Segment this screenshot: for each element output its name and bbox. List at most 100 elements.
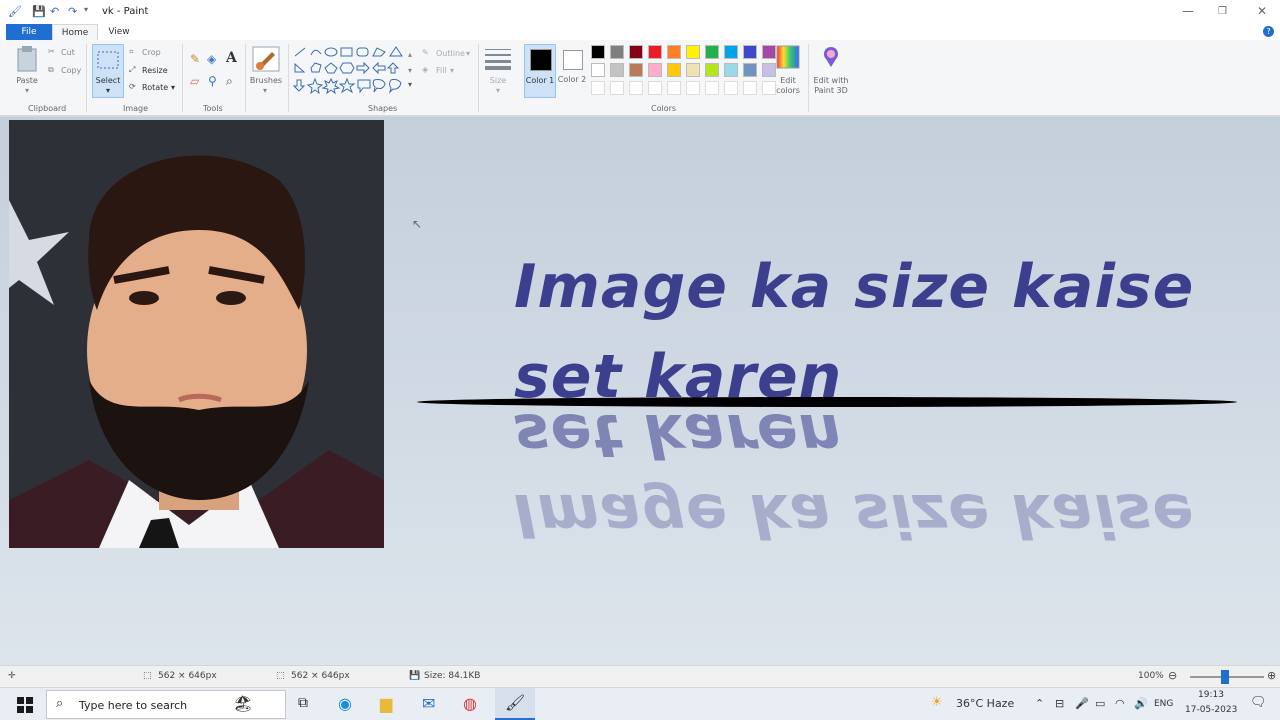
edit-with-paint3d-button[interactable]: Edit with Paint 3D — [810, 76, 852, 96]
notification-icon[interactable]: 🗨 — [1250, 695, 1267, 710]
brushes-button[interactable]: Brushes — [248, 76, 284, 85]
palette-swatch[interactable] — [610, 63, 624, 77]
zoom-slider-thumb[interactable] — [1221, 670, 1229, 684]
rotate-button[interactable]: Rotate — [142, 83, 168, 92]
shapes-gallery[interactable] — [293, 46, 413, 96]
palette-swatch[interactable] — [743, 45, 757, 59]
show-hidden-icons[interactable]: ⌃ — [1035, 697, 1044, 710]
palette-swatch[interactable] — [724, 45, 738, 59]
tab-view[interactable]: View — [104, 24, 134, 40]
help-icon[interactable]: ? — [1263, 26, 1274, 37]
shapes-more-icon[interactable]: ▾ — [408, 80, 412, 89]
pencil-icon[interactable]: ✎ — [190, 52, 200, 66]
palette-custom-slot[interactable] — [648, 81, 662, 95]
palette-swatch[interactable] — [705, 45, 719, 59]
palette-custom-slot[interactable] — [686, 81, 700, 95]
palette-custom-slot[interactable] — [705, 81, 719, 95]
outline-button[interactable]: Outline — [436, 49, 465, 58]
minimize-button[interactable]: — — [1182, 4, 1194, 18]
taskbar-search-box[interactable]: ⌕ Type here to search 🏖 — [46, 690, 286, 719]
restore-button[interactable]: ❐ — [1218, 6, 1227, 17]
size-dropdown-icon[interactable]: ▾ — [493, 86, 503, 95]
palette-swatch[interactable] — [648, 45, 662, 59]
zoom-out-icon[interactable]: ⊖ — [1168, 669, 1177, 682]
palette-swatch[interactable] — [762, 63, 776, 77]
selection-size-icon: ⬚ — [143, 671, 152, 681]
palette-custom-slot[interactable] — [667, 81, 681, 95]
brushes-icon[interactable] — [252, 46, 280, 72]
palette-custom-slot[interactable] — [762, 81, 776, 95]
palette-swatch[interactable] — [762, 45, 776, 59]
fill-dropdown-icon[interactable]: ▾ — [450, 66, 454, 75]
resize-button[interactable]: Resize — [142, 66, 168, 75]
palette-swatch[interactable] — [743, 63, 757, 77]
fill-icon[interactable]: ◈ — [207, 52, 216, 66]
palette-swatch[interactable] — [705, 63, 719, 77]
cut-button[interactable]: Cut — [61, 48, 75, 57]
tab-home[interactable]: Home — [52, 24, 98, 40]
palette-swatch[interactable] — [667, 63, 681, 77]
microphone-icon[interactable]: 🎤 — [1075, 697, 1089, 710]
paste-dropdown-icon[interactable]: ▾ — [22, 86, 32, 95]
color1-button[interactable]: Color 1 — [524, 44, 556, 98]
palette-swatch[interactable] — [629, 45, 643, 59]
paint3d-icon[interactable] — [820, 45, 842, 69]
tray-device-icon[interactable]: ⊟ — [1055, 697, 1064, 710]
redo-icon[interactable]: ↷ — [68, 5, 77, 18]
outline-dropdown-icon[interactable]: ▾ — [466, 49, 470, 58]
palette-custom-slot[interactable] — [610, 81, 624, 95]
palette-swatch[interactable] — [686, 45, 700, 59]
crop-button[interactable]: Crop — [142, 48, 161, 57]
save-icon[interactable]: 💾 — [32, 5, 46, 18]
wifi-icon[interactable]: ◠ — [1115, 697, 1125, 710]
magnifier-icon[interactable]: ⌕ — [226, 74, 233, 89]
palette-swatch[interactable] — [629, 63, 643, 77]
language-indicator[interactable]: ENG — [1154, 699, 1173, 709]
paste-icon[interactable] — [16, 46, 38, 72]
brushes-dropdown-icon[interactable]: ▾ — [260, 86, 270, 95]
paint-taskbar-button[interactable]: 🖌 — [495, 688, 535, 720]
shapes-scroll-up-icon[interactable]: ▴ — [408, 50, 412, 59]
portrait-image[interactable] — [9, 120, 384, 548]
edit-colors-icon[interactable] — [776, 45, 800, 69]
size-icon[interactable] — [485, 48, 511, 70]
close-button[interactable]: ✕ — [1257, 4, 1267, 18]
battery-icon[interactable]: ▭ — [1095, 697, 1105, 710]
zoom-in-icon[interactable]: ⊕ — [1267, 669, 1276, 682]
palette-swatch[interactable] — [667, 45, 681, 59]
clock-date[interactable]: 17-05-2023 — [1185, 705, 1237, 715]
size-button[interactable]: Size — [484, 76, 512, 85]
edge-icon[interactable]: ◉ — [338, 694, 352, 713]
file-explorer-icon[interactable]: ▆ — [380, 694, 392, 713]
palette-swatch[interactable] — [724, 63, 738, 77]
task-view-icon[interactable]: ⧉ — [298, 695, 308, 711]
paste-button[interactable]: Paste — [14, 76, 40, 85]
shapes-scroll-down-icon[interactable]: ▾ — [408, 66, 412, 75]
palette-swatch[interactable] — [591, 63, 605, 77]
windows-start-icon[interactable] — [17, 697, 33, 713]
palette-custom-slot[interactable] — [743, 81, 757, 95]
fill-button[interactable]: Fill — [436, 66, 447, 75]
tab-file[interactable]: File — [6, 24, 52, 40]
palette-custom-slot[interactable] — [724, 81, 738, 95]
chrome-icon[interactable]: ◍ — [463, 694, 477, 713]
palette-swatch[interactable] — [648, 63, 662, 77]
palette-swatch[interactable] — [591, 45, 605, 59]
palette-swatch[interactable] — [686, 63, 700, 77]
copy-button[interactable]: Copy — [61, 66, 81, 75]
palette-custom-slot[interactable] — [591, 81, 605, 95]
text-tool-icon[interactable]: A — [226, 50, 237, 66]
eraser-icon[interactable]: ▱ — [190, 74, 199, 88]
color-picker-icon[interactable]: ⚲ — [208, 74, 217, 88]
palette-swatch[interactable] — [610, 45, 624, 59]
palette-custom-slot[interactable] — [629, 81, 643, 95]
weather-text[interactable]: 36°C Haze — [956, 697, 1014, 710]
rotate-dropdown-icon[interactable]: ▾ — [171, 83, 175, 92]
volume-icon[interactable]: 🔊 — [1134, 697, 1148, 710]
color2-button[interactable]: Color 2 — [558, 44, 586, 98]
customize-quick-access-icon[interactable]: ▾ — [84, 5, 88, 14]
select-button[interactable]: Select ▾ — [92, 44, 124, 98]
clock-time[interactable]: 19:13 — [1198, 690, 1224, 700]
undo-icon[interactable]: ↶ — [50, 5, 59, 18]
mail-icon[interactable]: ✉ — [422, 694, 435, 713]
